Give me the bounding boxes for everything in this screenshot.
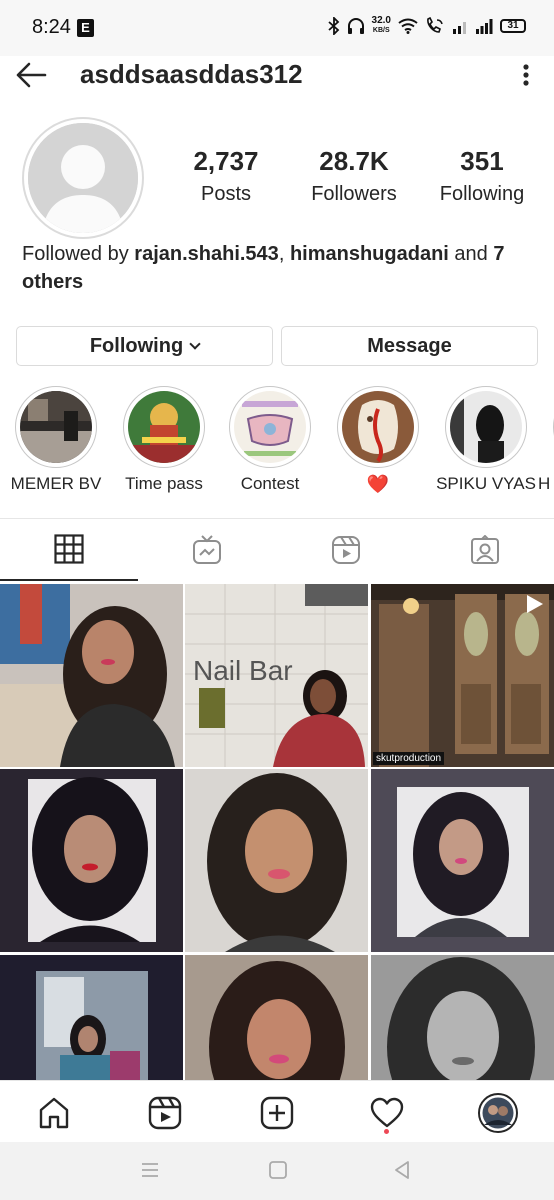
status-icons: 32.0 KB/S 31 bbox=[327, 15, 526, 36]
profile-username: asddsaasddas312 bbox=[80, 59, 303, 89]
status-bar: 8:24 E 32.0 KB/S 31 bbox=[0, 0, 554, 56]
highlight-thumbnail bbox=[450, 391, 522, 463]
tab-tagged[interactable] bbox=[416, 519, 554, 581]
post-thumbnail[interactable] bbox=[0, 769, 183, 952]
home-button-icon[interactable] bbox=[268, 1160, 288, 1180]
highlight-item[interactable]: SPIKU VYAS bbox=[426, 386, 546, 494]
nav-create[interactable] bbox=[257, 1093, 297, 1133]
highlight-label: MEMER BV bbox=[10, 474, 102, 493]
recent-apps-icon[interactable] bbox=[140, 1160, 160, 1180]
tab-reels[interactable] bbox=[277, 519, 415, 581]
system-navigation-bar bbox=[0, 1142, 554, 1200]
message-button[interactable]: Message bbox=[281, 326, 538, 366]
highlight-item[interactable]: MEMER BV bbox=[0, 386, 116, 494]
signal-1-icon bbox=[453, 22, 466, 34]
bottom-navigation bbox=[0, 1080, 554, 1142]
highlight-item[interactable]: Time pass bbox=[104, 386, 224, 494]
followed-by-text[interactable]: Followed by rajan.shahi.543, himanshugad… bbox=[22, 240, 532, 296]
reel-play-icon bbox=[527, 595, 543, 613]
status-time: 8:24 bbox=[32, 16, 71, 38]
followed-by-user-2[interactable]: himanshugadani bbox=[290, 243, 449, 265]
post-thumbnail[interactable] bbox=[185, 955, 368, 1080]
more-vertical-icon[interactable] bbox=[512, 60, 540, 90]
followers-stat[interactable]: 28.7K Followers bbox=[290, 146, 418, 206]
chevron-down-icon bbox=[189, 338, 201, 350]
profile-avatar bbox=[478, 1093, 518, 1133]
profile-stats: 2,737 Posts 28.7K Followers 351 Followin… bbox=[162, 146, 546, 206]
grid-icon bbox=[54, 534, 84, 564]
nav-activity[interactable] bbox=[367, 1093, 407, 1133]
post-thumbnail[interactable] bbox=[185, 769, 368, 952]
posts-label: Posts bbox=[200, 183, 252, 205]
posts-count: 2,737 bbox=[193, 146, 259, 176]
create-icon bbox=[260, 1096, 294, 1130]
followed-by-user-1[interactable]: rajan.shahi.543 bbox=[134, 243, 279, 265]
default-avatar-icon bbox=[28, 123, 138, 233]
video-tag-label: skutproduction bbox=[373, 752, 445, 765]
highlight-item[interactable]: Contest bbox=[210, 386, 330, 494]
posts-stat[interactable]: 2,737 Posts bbox=[162, 146, 290, 206]
post-thumbnail[interactable]: Nail Bar bbox=[185, 584, 368, 767]
back-arrow-icon[interactable] bbox=[14, 58, 48, 92]
notification-dot bbox=[384, 1129, 389, 1134]
following-label: Following bbox=[439, 183, 525, 205]
reels-icon bbox=[148, 1096, 182, 1130]
profile-tabs bbox=[0, 518, 554, 581]
battery-icon: 31 bbox=[500, 19, 526, 33]
headphones-icon bbox=[347, 18, 364, 34]
following-count: 351 bbox=[460, 146, 504, 176]
home-icon bbox=[39, 1097, 69, 1129]
post-thumbnail[interactable] bbox=[0, 955, 183, 1080]
post-thumbnail[interactable] bbox=[371, 769, 554, 952]
highlight-label: H bbox=[538, 474, 551, 493]
reels-icon bbox=[332, 536, 360, 564]
tagged-icon bbox=[471, 535, 499, 564]
network-speed: 32.0 KB/S bbox=[371, 15, 391, 35]
highlight-item[interactable]: H bbox=[534, 386, 554, 494]
back-button-icon[interactable] bbox=[392, 1160, 412, 1180]
nav-profile[interactable] bbox=[478, 1093, 518, 1133]
highlight-label: Contest bbox=[240, 474, 300, 493]
highlight-thumbnail bbox=[128, 391, 200, 463]
post-thumbnail[interactable] bbox=[0, 584, 183, 767]
post-thumbnail[interactable] bbox=[371, 955, 554, 1080]
profile-avatar[interactable] bbox=[22, 117, 144, 239]
wifi-icon bbox=[398, 18, 418, 34]
tab-posts-grid[interactable] bbox=[0, 519, 138, 581]
igtv-icon bbox=[193, 535, 221, 564]
signal-2-icon bbox=[476, 19, 493, 34]
followers-count: 28.7K bbox=[319, 146, 389, 176]
tab-igtv[interactable] bbox=[138, 519, 276, 581]
nav-home[interactable] bbox=[34, 1093, 74, 1133]
profile-header: asddsaasddas312 bbox=[0, 56, 554, 96]
e-notification-icon: E bbox=[77, 19, 94, 37]
posts-grid: Nail Bar skutproduction bbox=[0, 584, 554, 1080]
highlight-label: ❤️ bbox=[366, 474, 390, 494]
highlight-thumbnail bbox=[234, 391, 306, 463]
nail-bar-sign: Nail Bar bbox=[193, 655, 293, 686]
followers-label: Followers bbox=[311, 183, 397, 205]
highlight-label: SPIKU VYAS bbox=[436, 474, 536, 493]
wifi-calling-icon bbox=[427, 17, 443, 33]
bluetooth-icon bbox=[327, 17, 339, 35]
highlight-item[interactable]: ❤️ bbox=[318, 386, 438, 495]
highlight-thumbnail bbox=[342, 391, 414, 463]
activity-heart-icon bbox=[370, 1097, 404, 1128]
reel-thumbnail[interactable]: skutproduction bbox=[371, 584, 554, 767]
highlight-label: Time pass bbox=[125, 474, 203, 493]
following-button[interactable]: Following bbox=[16, 326, 273, 366]
highlight-thumbnail bbox=[20, 391, 92, 463]
story-highlights: MEMER BV Time pass Contest ❤️ SPIKU VYAS… bbox=[0, 386, 554, 506]
following-stat[interactable]: 351 Following bbox=[418, 146, 546, 206]
nav-reels[interactable] bbox=[145, 1093, 185, 1133]
